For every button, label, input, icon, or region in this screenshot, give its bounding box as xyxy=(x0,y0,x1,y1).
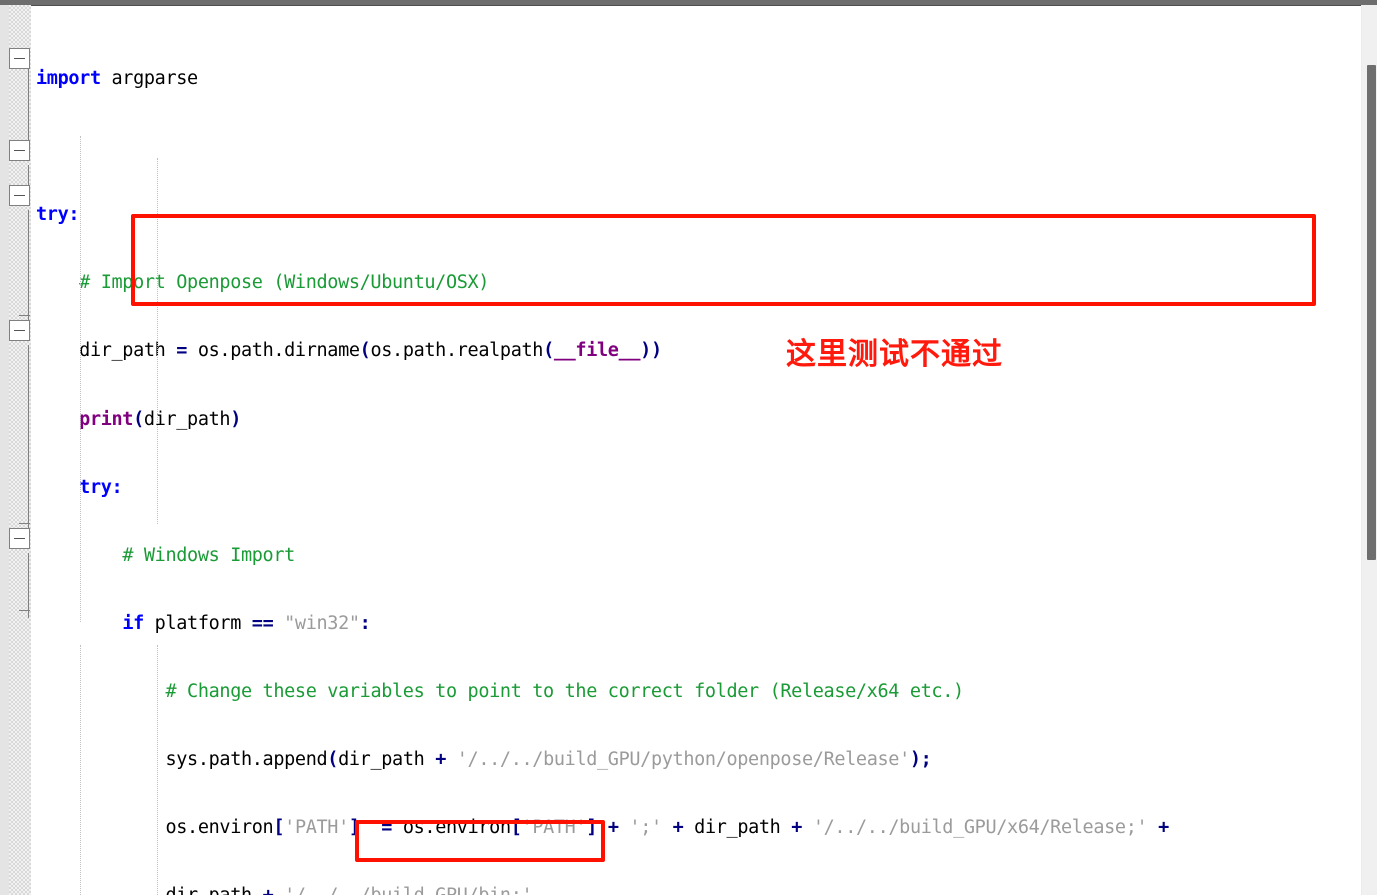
token-colon: : xyxy=(359,612,371,634)
token-paren: ( xyxy=(327,749,339,771)
indent-guide xyxy=(157,645,159,895)
fold-toggle-except[interactable] xyxy=(9,528,30,549)
token-operator: = xyxy=(176,340,188,362)
fold-connector xyxy=(28,553,29,618)
token-keyword-if: if xyxy=(122,612,144,634)
code-line: dir_path + '/../../build_GPU/bin;' xyxy=(36,885,1366,895)
token-paren: ( xyxy=(543,340,554,362)
token-operator: + xyxy=(661,817,684,839)
fold-toggle-else[interactable] xyxy=(9,320,30,341)
indent-guide xyxy=(80,136,82,622)
token-bracket: [ xyxy=(273,817,285,839)
token-identifier: dir_path xyxy=(79,340,177,362)
token-string: ';' xyxy=(618,817,662,839)
token-paren: ( xyxy=(359,340,371,362)
code-line: try: xyxy=(36,477,1366,500)
token-operator: + xyxy=(791,817,803,839)
code-line: print(dir_path) xyxy=(36,409,1366,432)
token-call: os.path.realpath xyxy=(370,340,544,362)
token-call: os.path.dirname xyxy=(187,340,360,362)
vertical-scrollbar-track[interactable] xyxy=(1361,5,1377,895)
token-keyword-try: try: xyxy=(36,204,80,226)
code-line: # Windows Import xyxy=(36,545,1366,568)
indent-guide xyxy=(157,158,159,524)
token-bracket: ] xyxy=(348,817,360,839)
token-dunder: __file__ xyxy=(553,340,641,362)
fold-end-tick xyxy=(19,315,30,316)
code-line: dir_path = os.path.dirname(os.path.realp… xyxy=(36,340,1366,363)
token-keyword-try: try: xyxy=(79,476,123,498)
token-identifier: platform xyxy=(143,612,252,634)
code-line: sys.path.append(dir_path + '/../../build… xyxy=(36,749,1366,772)
code-line: # Import Openpose (Windows/Ubuntu/OSX) xyxy=(36,272,1366,295)
fold-connector xyxy=(28,345,29,535)
line-number-gutter xyxy=(0,5,9,895)
token-operator: + xyxy=(435,749,446,771)
indent-guide xyxy=(80,645,82,895)
token-operator: + xyxy=(263,885,274,895)
token-identifier: dir_path xyxy=(338,749,436,771)
code-line: # Change these variables to point to the… xyxy=(36,681,1366,704)
code-line: if platform == "win32": xyxy=(36,613,1366,636)
token-bracket: ] xyxy=(586,817,598,839)
fold-toggle-try-outer[interactable] xyxy=(9,48,30,69)
token-string: 'PATH' xyxy=(521,817,587,839)
token-keyword: import xyxy=(36,68,101,90)
token-module: argparse xyxy=(100,68,199,90)
token-identifier: os.environ xyxy=(392,817,511,839)
token-paren: ) xyxy=(909,749,921,771)
fold-toggle-if-win32[interactable] xyxy=(9,185,30,206)
vertical-scrollbar-thumb[interactable] xyxy=(1367,65,1376,560)
token-string: '/../../build_GPU/python/openpose/Releas… xyxy=(445,749,910,771)
fold-connector xyxy=(28,210,29,335)
token-string: '/../../build_GPU/x64/Release;' xyxy=(802,817,1148,839)
token-identifier: os.environ xyxy=(165,817,274,839)
annotation-chinese-note: 这里测试不通过 xyxy=(786,337,1003,372)
fold-end-tick xyxy=(19,523,30,524)
token-operator: + xyxy=(1147,817,1169,839)
token-string: 'PATH' xyxy=(284,817,349,839)
code-line: try: xyxy=(36,204,1366,227)
token-paren: )) xyxy=(640,340,662,362)
code-line: os.environ['PATH'] = os.environ['PATH'] … xyxy=(36,817,1366,840)
token-paren: ) xyxy=(230,408,242,430)
token-bracket: [ xyxy=(510,817,522,839)
token-comment: # Change these variables to point to the… xyxy=(165,680,964,702)
code-editor-window: import argparse try: # Import Openpose (… xyxy=(0,0,1377,895)
token-call: sys.path.append xyxy=(165,749,328,771)
token-operator: == xyxy=(251,612,274,634)
token-comment: # Import Openpose (Windows/Ubuntu/OSX) xyxy=(79,272,490,294)
token-string: '/../../build_GPU/bin;' xyxy=(273,885,532,895)
code-line: import argparse xyxy=(36,68,1366,91)
token-identifier: dir_path xyxy=(165,885,262,895)
token-operator: = xyxy=(359,817,393,839)
token-paren: ( xyxy=(133,408,144,430)
fold-toggle-try-inner[interactable] xyxy=(9,140,30,161)
token-builtin-print: print xyxy=(79,408,134,430)
token-identifier: dir_path xyxy=(683,817,792,839)
token-comment: # Windows Import xyxy=(122,544,295,566)
token-string: "win32" xyxy=(273,612,360,634)
code-text-area[interactable]: import argparse try: # Import Openpose (… xyxy=(36,0,1366,895)
code-folding-strip[interactable] xyxy=(9,5,31,895)
token-semicolon: ; xyxy=(920,749,932,771)
token-operator: + xyxy=(597,817,619,839)
fold-end-tick xyxy=(19,610,30,611)
